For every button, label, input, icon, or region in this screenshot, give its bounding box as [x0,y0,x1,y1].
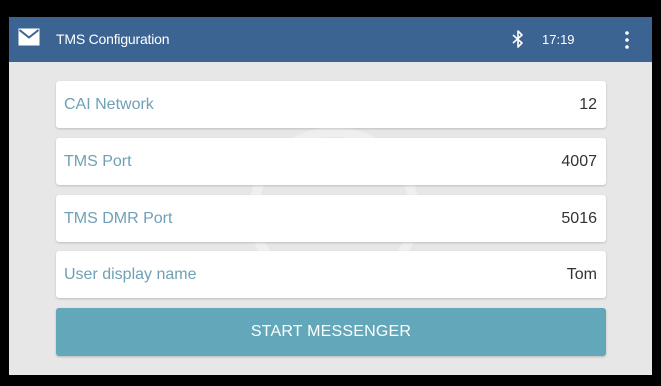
field-label: TMS Port [64,153,132,170]
field-user-display-name[interactable]: User display name Tom [56,251,606,298]
field-label: User display name [64,266,197,283]
field-value[interactable]: 12 [579,81,597,128]
device-screen: TMS Configuration 17:19 CAI Network 12 T… [9,17,652,375]
field-label: CAI Network [64,96,154,113]
field-label: TMS DMR Port [64,210,173,227]
field-value[interactable]: Tom [567,251,597,298]
field-cai-network[interactable]: CAI Network 12 [56,81,606,128]
app-bar: TMS Configuration 17:19 [9,17,652,62]
status-clock: 17:19 [542,32,575,47]
field-tms-dmr-port[interactable]: TMS DMR Port 5016 [56,195,606,242]
field-value[interactable]: 5016 [561,195,597,242]
overflow-menu-icon[interactable] [623,30,631,50]
field-value[interactable]: 4007 [561,138,597,185]
start-messenger-button[interactable]: START MESSENGER [56,308,606,356]
envelope-icon [18,28,40,46]
app-title: TMS Configuration [56,31,170,47]
bluetooth-icon [512,30,523,48]
field-tms-port[interactable]: TMS Port 4007 [56,138,606,185]
